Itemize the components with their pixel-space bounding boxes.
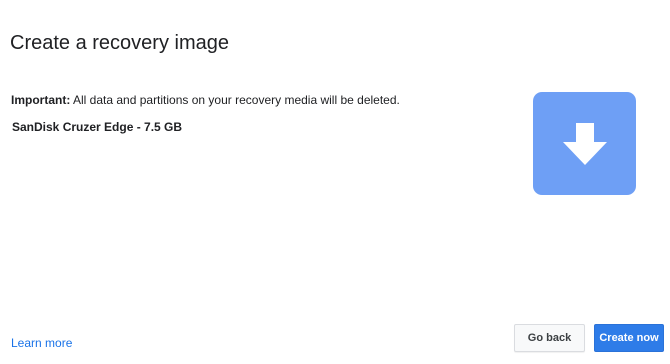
page-title: Create a recovery image [10, 32, 229, 54]
learn-more-link[interactable]: Learn more [11, 336, 72, 350]
warning-message: Important: All data and partitions on yo… [11, 93, 400, 107]
download-arrow-icon [562, 122, 607, 165]
recovery-illustration [533, 92, 636, 195]
warning-text: All data and partitions on your recovery… [73, 93, 400, 107]
create-now-button[interactable]: Create now [594, 324, 664, 352]
selected-device: SanDisk Cruzer Edge - 7.5 GB [12, 120, 183, 134]
warning-label: Important: [11, 93, 71, 107]
go-back-button[interactable]: Go back [514, 324, 585, 352]
